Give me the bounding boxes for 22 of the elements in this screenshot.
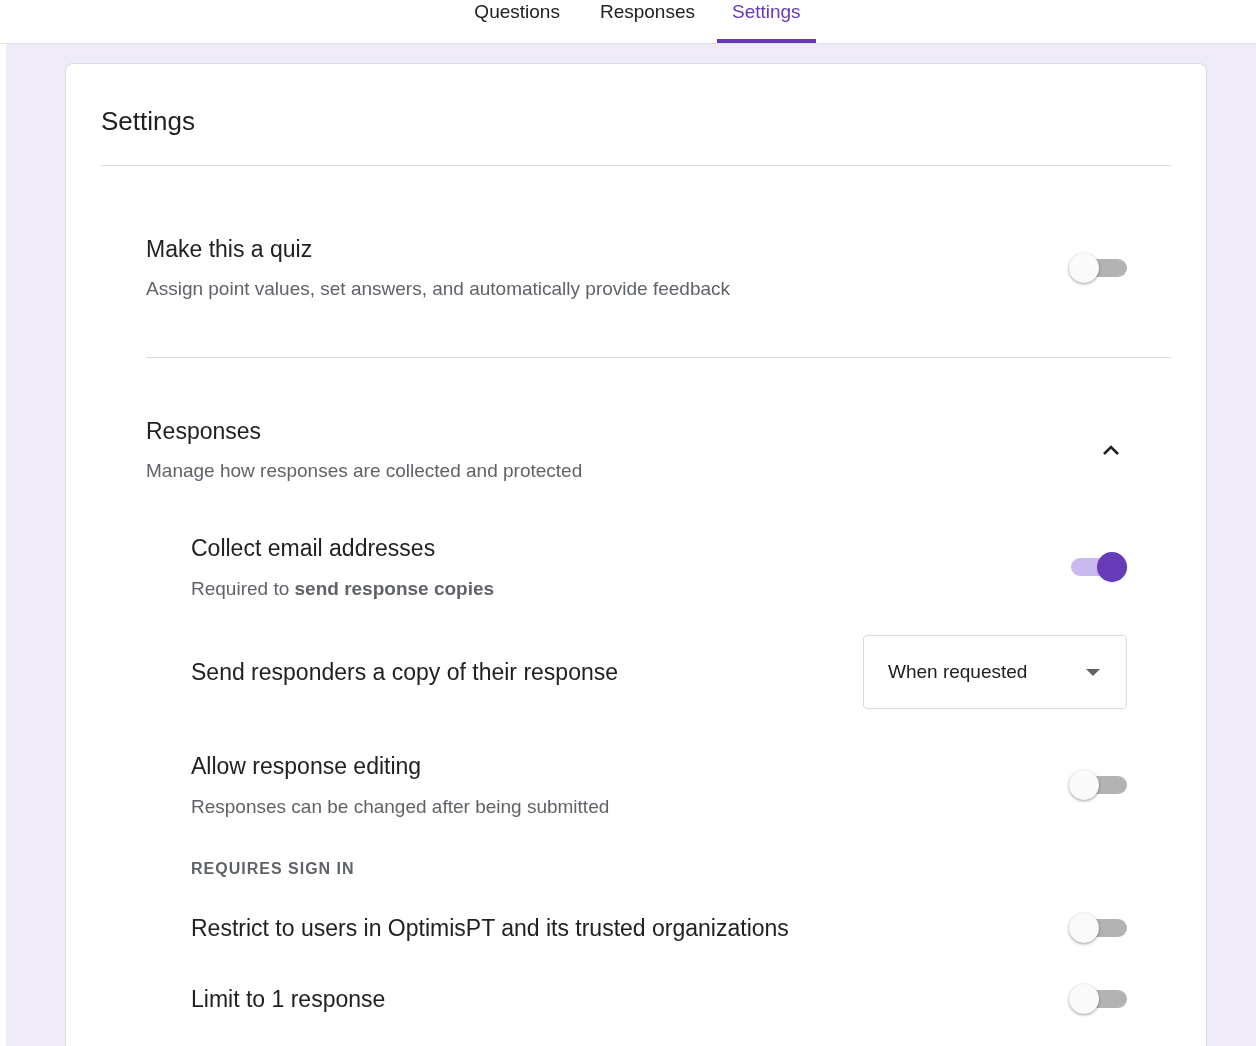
toggle-switch[interactable] <box>1069 773 1127 797</box>
tab[interactable]: Questions <box>456 0 578 43</box>
toggle-switch[interactable] <box>1069 986 1127 1011</box>
setting-description: Assign point values, set answers, and automatically provide feedback <box>146 276 731 301</box>
toggle-switch[interactable] <box>1069 555 1127 579</box>
setting-title: Restrict to users in OptimisPT and its trusted organizations <box>191 914 789 943</box>
dropdown[interactable]: When requested <box>863 635 1127 709</box>
setting-title: Limit to 1 response <box>191 984 386 1014</box>
page-title: Settings <box>101 105 195 138</box>
dropdown-arrow-icon <box>1086 668 1100 676</box>
setting-title: Make this a quiz <box>146 235 313 264</box>
setting-title: Allow response editing <box>191 751 422 781</box>
toggle-switch[interactable] <box>1069 255 1127 280</box>
setting-title: Collect email addresses <box>191 533 436 563</box>
setting-description: Responses can be changed after being submitted <box>191 795 610 819</box>
section-label: REQUIRES SIGN IN <box>191 859 355 879</box>
setting-title: Send responders a copy of their response <box>191 657 619 687</box>
toggle-switch[interactable] <box>1069 916 1127 941</box>
setting-description: Required to send response copies <box>191 577 495 601</box>
tab[interactable]: Responses <box>581 0 713 43</box>
section-description: Manage how responses are collected and protected <box>146 458 583 483</box>
section-title: Responses <box>146 417 262 446</box>
